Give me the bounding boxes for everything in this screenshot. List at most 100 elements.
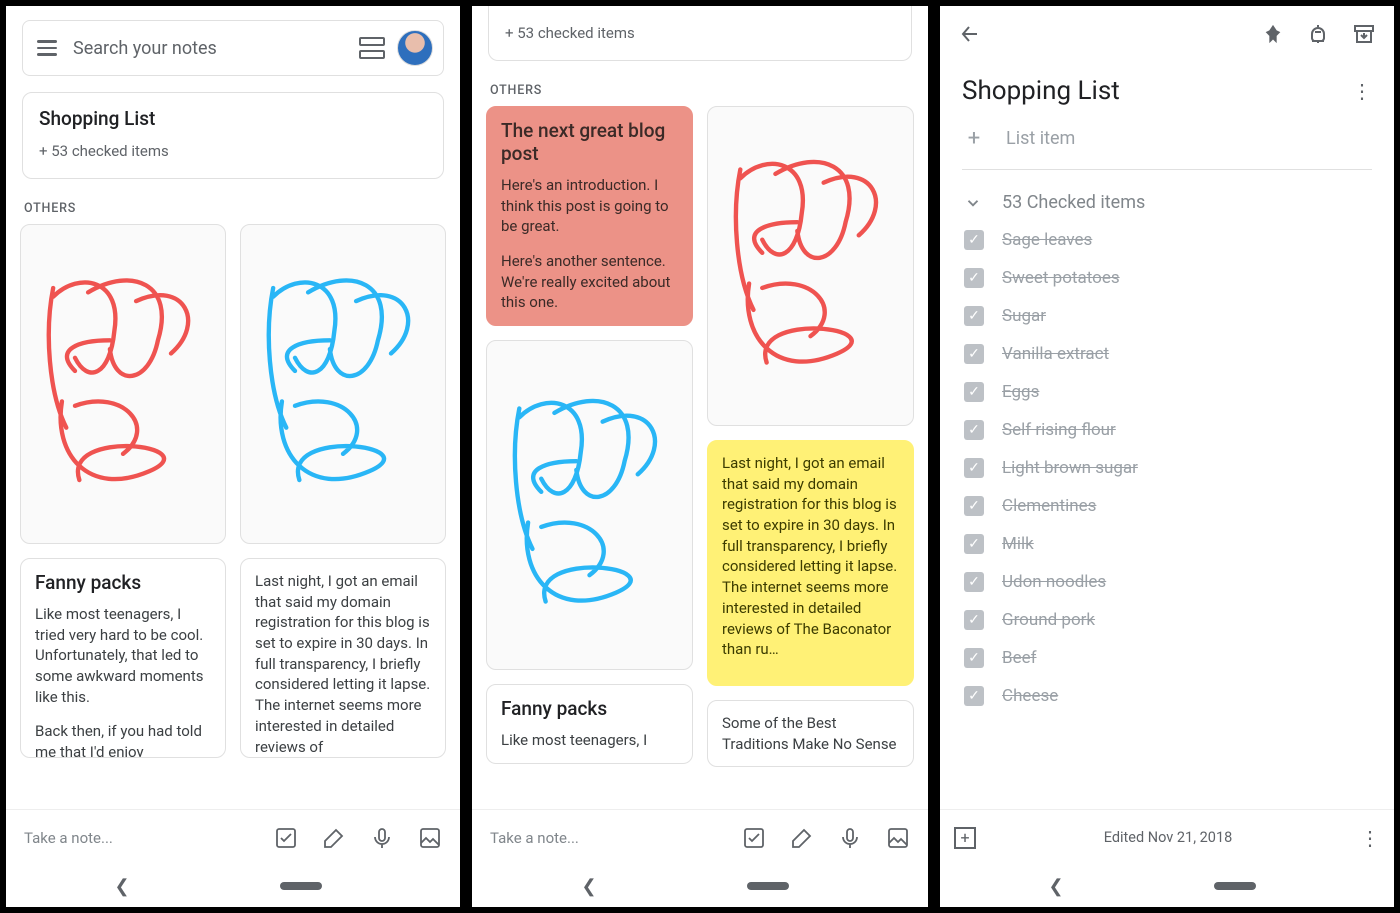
checked-item-label: Milk: [1002, 534, 1034, 554]
note-body-p1: Here's an introduction. I think this pos…: [501, 175, 678, 237]
search-bar[interactable]: Search your notes: [22, 20, 444, 76]
checked-item-label: Sage leaves: [1002, 230, 1092, 250]
checked-items-label: 53 Checked items: [1002, 192, 1145, 213]
take-note-input[interactable]: Take a note...: [24, 829, 250, 847]
section-label-others: OTHERS: [490, 83, 910, 98]
note-drawing-red[interactable]: [20, 224, 226, 544]
note-fanny-packs[interactable]: Fanny packs Like most teenagers, I: [486, 684, 693, 764]
note-domain-text[interactable]: Last night, I got an email that said my …: [707, 440, 914, 686]
checked-item[interactable]: ✓Vanilla extract: [964, 335, 1370, 373]
checked-items-list: ✓ Sage leaves ✓ Sweet potatoes ✓ Sugar ✓Vanill…: [940, 221, 1394, 809]
checked-item-label: Self rising flour: [1002, 420, 1116, 440]
note-blog-post[interactable]: The next great blog post Here's an intro…: [486, 106, 693, 326]
note-drawing-blue[interactable]: [486, 340, 693, 670]
checked-item[interactable]: ✓Light brown sugar: [964, 449, 1370, 487]
checkbox-checked-icon[interactable]: ✓: [964, 382, 984, 402]
checkbox-checked-icon[interactable]: ✓: [964, 534, 984, 554]
pinned-note-shopping-list[interactable]: + 53 checked items: [488, 6, 912, 61]
brush-icon[interactable]: [322, 826, 346, 850]
add-list-item[interactable]: + List item: [940, 112, 1394, 165]
view-toggle-icon[interactable]: [359, 37, 385, 59]
note-drawing-blue[interactable]: [240, 224, 446, 544]
checked-item[interactable]: ✓ Udon noodles: [964, 563, 1370, 601]
checked-items-toggle[interactable]: 53 Checked items: [940, 174, 1394, 221]
checkbox-checked-icon[interactable]: ✓: [964, 458, 984, 478]
detail-bottom-bar: + Edited Nov 21, 2018 ⋮: [940, 809, 1394, 865]
note-domain-text[interactable]: Last night, I got an email that said my …: [240, 558, 446, 758]
note-title: The next great blog post: [501, 119, 678, 165]
note-title: Fanny packs: [501, 697, 678, 720]
archive-icon[interactable]: [1352, 22, 1376, 46]
reminder-icon[interactable]: [1306, 22, 1330, 46]
note-title[interactable]: Shopping List: [962, 76, 1352, 106]
brush-icon[interactable]: [790, 826, 814, 850]
checked-item[interactable]: ✓Beef: [964, 639, 1370, 677]
checked-item[interactable]: ✓Eggs: [964, 373, 1370, 411]
checkbox-checked-icon[interactable]: ✓: [964, 686, 984, 706]
system-nav-bar: ❮: [940, 865, 1394, 907]
bottom-toolbar: Take a note...: [472, 809, 928, 865]
checked-item-label: Sugar: [1002, 306, 1046, 326]
image-icon[interactable]: [418, 826, 442, 850]
add-item-placeholder: List item: [1006, 128, 1075, 149]
checkbox-checked-icon[interactable]: ✓: [964, 344, 984, 364]
checked-item[interactable]: ✓ Self rising flour: [964, 411, 1370, 449]
nav-home-pill[interactable]: [280, 882, 322, 890]
checkbox-checked-icon[interactable]: ✓: [964, 268, 984, 288]
search-input[interactable]: Search your notes: [73, 38, 359, 59]
nav-back-icon[interactable]: ❮: [114, 876, 129, 897]
nav-home-pill[interactable]: [1214, 882, 1256, 890]
note-body: Last night, I got an email that said my …: [255, 571, 431, 757]
checkbox-checked-icon[interactable]: ✓: [964, 648, 984, 668]
more-icon[interactable]: ⋮: [1352, 79, 1372, 103]
checkbox-checked-icon[interactable]: ✓: [964, 420, 984, 440]
pinned-note-shopping-list[interactable]: Shopping List + 53 checked items: [22, 92, 444, 179]
edited-timestamp: Edited Nov 21, 2018: [976, 829, 1360, 846]
nav-home-pill[interactable]: [747, 882, 789, 890]
checkbox-checked-icon[interactable]: ✓: [964, 496, 984, 516]
divider: [962, 169, 1372, 170]
note-fanny-packs[interactable]: Fanny packs Like most teenagers, I tried…: [20, 558, 226, 758]
checked-item[interactable]: ✓ Clementines: [964, 487, 1370, 525]
checkbox-icon[interactable]: [274, 826, 298, 850]
checkbox-checked-icon[interactable]: ✓: [964, 306, 984, 326]
image-icon[interactable]: [886, 826, 910, 850]
avatar[interactable]: [397, 30, 433, 66]
checked-item-label: Clementines: [1002, 496, 1096, 516]
note-traditions[interactable]: Some of the Best Traditions Make No Sens…: [707, 700, 914, 767]
checkbox-checked-icon[interactable]: ✓: [964, 610, 984, 630]
checked-item[interactable]: ✓ Sage leaves: [964, 221, 1370, 259]
more-icon[interactable]: ⋮: [1360, 826, 1380, 850]
menu-icon[interactable]: [33, 36, 61, 60]
system-nav-bar: ❮: [472, 865, 928, 907]
note-body: Like most teenagers, I: [501, 730, 678, 751]
checked-item-label: Ground pork: [1002, 610, 1095, 630]
mic-icon[interactable]: [370, 826, 394, 850]
pinned-subtitle: + 53 checked items: [505, 24, 895, 42]
checked-item[interactable]: ✓ Sugar: [964, 297, 1370, 335]
checkbox-checked-icon[interactable]: ✓: [964, 572, 984, 592]
checked-item-label: Cheese: [1002, 686, 1058, 706]
back-icon[interactable]: [958, 22, 982, 46]
nav-back-icon[interactable]: ❮: [1048, 876, 1063, 897]
note-body: Some of the Best Traditions Make No Sens…: [722, 713, 899, 754]
chevron-down-icon: [964, 194, 982, 212]
checked-item[interactable]: ✓ Cheese: [964, 677, 1370, 715]
checked-item-label: Udon noodles: [1002, 572, 1106, 592]
checkbox-checked-icon[interactable]: ✓: [964, 230, 984, 250]
checked-item-label: Sweet potatoes: [1002, 268, 1120, 288]
pinned-subtitle: + 53 checked items: [39, 142, 427, 160]
mic-icon[interactable]: [838, 826, 862, 850]
take-note-input[interactable]: Take a note...: [490, 829, 718, 847]
checked-item[interactable]: ✓ Milk: [964, 525, 1370, 563]
note-drawing-red[interactable]: [707, 106, 914, 426]
nav-back-icon[interactable]: ❮: [581, 876, 596, 897]
note-body-p2: Back then, if you had told me that I'd e…: [35, 721, 211, 758]
checked-item[interactable]: ✓ Sweet potatoes: [964, 259, 1370, 297]
checked-item[interactable]: ✓ Ground pork: [964, 601, 1370, 639]
pin-icon[interactable]: [1262, 23, 1284, 45]
checkbox-icon[interactable]: [742, 826, 766, 850]
add-box-icon[interactable]: +: [954, 827, 976, 849]
note-body: Last night, I got an email that said my …: [722, 453, 899, 660]
note-body-p2: Here's another sentence. We're really ex…: [501, 251, 678, 313]
